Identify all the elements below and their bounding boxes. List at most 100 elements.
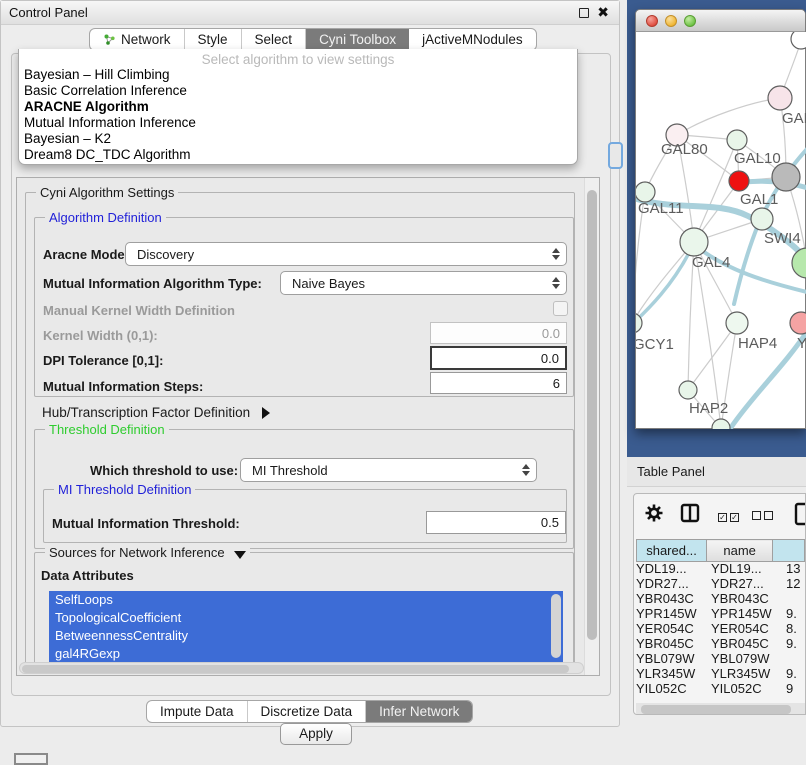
- network-edge[interactable]: [636, 247, 692, 328]
- table-cell: YDR27...: [636, 576, 711, 591]
- table-cell: YER054C: [636, 621, 711, 636]
- vertical-scrollbar-thumb[interactable]: [587, 190, 597, 640]
- horizontal-scrollbar[interactable]: [19, 662, 584, 674]
- tab-jactivemnodules[interactable]: jActiveMNodules: [409, 29, 536, 50]
- attribute-item[interactable]: TopologicalCoefficient: [49, 609, 563, 627]
- table-row[interactable]: YBR043CYBR043C: [636, 591, 806, 606]
- network-node-gal1[interactable]: [729, 171, 749, 191]
- table-cell: [786, 591, 806, 606]
- minimize-traffic-light-icon[interactable]: [665, 15, 677, 27]
- table-horizontal-scrollbar[interactable]: [636, 703, 805, 715]
- table-row[interactable]: YDR27...YDR27...12: [636, 576, 806, 591]
- tab-cyni-toolbox[interactable]: Cyni Toolbox: [306, 29, 409, 50]
- dropdown-item-selected[interactable]: ARACNE Algorithm: [19, 99, 577, 115]
- which-threshold-select[interactable]: MI Threshold: [240, 458, 537, 482]
- tab-label: Cyni Toolbox: [319, 32, 396, 47]
- network-node-hap4[interactable]: [726, 312, 748, 334]
- attribute-item[interactable]: BetweennessCentrality: [49, 627, 563, 645]
- settings-gear-icon[interactable]: [644, 503, 664, 526]
- which-threshold-label: Which threshold to use:: [90, 463, 238, 478]
- table-row[interactable]: YIL052CYIL052C9: [636, 681, 806, 696]
- collapsed-arrow-icon: [262, 407, 270, 419]
- dropdown-item[interactable]: Bayesian – Hill Climbing: [19, 67, 577, 83]
- list-scrollbar-thumb[interactable]: [551, 594, 561, 658]
- data-attributes-list: SelfLoops TopologicalCoefficient Between…: [49, 591, 563, 665]
- attribute-item[interactable]: SelfLoops: [49, 591, 563, 609]
- hub-definition-toggle[interactable]: Hub/Transcription Factor Definition: [42, 405, 270, 420]
- table-row[interactable]: YBR045CYBR045C9.: [636, 636, 806, 651]
- algorithm-dropdown-list: Select algorithm to view settings Bayesi…: [18, 49, 578, 165]
- select-all-checkboxes-icon[interactable]: ✓✓: [718, 508, 742, 523]
- network-node-label: GAL11: [638, 200, 684, 217]
- network-node-gal4[interactable]: [680, 228, 708, 256]
- float-window-icon[interactable]: [579, 8, 589, 18]
- mi-algorithm-type-select[interactable]: Naive Bayes: [280, 271, 567, 295]
- mi-threshold-field[interactable]: 0.5: [426, 511, 566, 534]
- mi-steps-field[interactable]: 6: [430, 372, 567, 394]
- tab-discretize-data[interactable]: Discretize Data: [248, 701, 367, 722]
- table-row[interactable]: YER054CYER054C8.: [636, 621, 806, 636]
- close-traffic-light-icon[interactable]: [646, 15, 658, 27]
- network-node-label: GAL: [782, 110, 806, 127]
- table-row[interactable]: YPR145WYPR145W9.: [636, 606, 806, 621]
- minimized-panel-handle[interactable]: [14, 753, 48, 765]
- aracne-mode-select[interactable]: Discovery: [125, 242, 567, 266]
- network-node-gal10[interactable]: [727, 130, 747, 150]
- column-layout-icon[interactable]: [680, 503, 700, 526]
- tab-infer-network[interactable]: Infer Network: [366, 701, 472, 722]
- network-edge[interactable]: [688, 323, 737, 390]
- network-node-node-salmon[interactable]: [790, 312, 806, 334]
- column-header-partial[interactable]: [773, 540, 805, 562]
- horizontal-scrollbar-thumb[interactable]: [22, 665, 569, 673]
- document-icon[interactable]: [794, 502, 806, 529]
- close-icon[interactable]: ✖: [597, 4, 609, 21]
- network-node-hap2[interactable]: [679, 381, 697, 399]
- table-body: YDL19...YDL19...13YDR27...YDR27...12YBR0…: [636, 561, 806, 703]
- obscured-combobox-fragment[interactable]: [608, 142, 623, 169]
- column-header-shared-name[interactable]: shared...: [637, 540, 707, 562]
- network-edge[interactable]: [677, 98, 780, 135]
- dpi-tolerance-field[interactable]: 0.0: [430, 346, 567, 370]
- tab-label: Style: [198, 32, 228, 47]
- network-node-node-gal-upper[interactable]: [768, 86, 792, 110]
- network-node-node-gray[interactable]: [772, 163, 800, 191]
- control-panel-titlebar: Control Panel ✖: [1, 1, 619, 25]
- tab-impute-data[interactable]: Impute Data: [147, 701, 248, 722]
- table-cell: YBL079W: [711, 651, 786, 666]
- network-window[interactable]: GALGAL80GAL10GAL1GAL11SWI4GAL4GCY1HAP4YH…: [635, 9, 806, 429]
- kernel-width-field[interactable]: 0.0: [430, 322, 567, 344]
- network-node-swi4[interactable]: [751, 208, 773, 230]
- dropdown-item[interactable]: Dream8 DC_TDC Algorithm: [19, 147, 577, 163]
- tab-label: Discretize Data: [261, 704, 353, 719]
- dropdown-item[interactable]: Basic Correlation Inference: [19, 83, 577, 99]
- sources-group: Sources for Network Inference Data Attri…: [34, 552, 574, 670]
- network-node-node-green-big[interactable]: [792, 248, 806, 278]
- table-horizontal-scrollbar-thumb[interactable]: [641, 705, 791, 714]
- tab-network[interactable]: Network: [90, 29, 185, 50]
- network-window-titlebar[interactable]: [636, 10, 805, 32]
- deselect-all-checkboxes-icon[interactable]: [752, 508, 776, 523]
- attribute-item[interactable]: gal4RGexp: [49, 645, 563, 663]
- table-row[interactable]: YLR345WYLR345W9.: [636, 666, 806, 681]
- network-canvas[interactable]: GALGAL80GAL10GAL1GAL11SWI4GAL4GCY1HAP4YH…: [636, 32, 806, 429]
- sources-toggle[interactable]: Sources for Network Inference: [45, 545, 250, 560]
- network-edge[interactable]: [666, 330, 806, 429]
- vertical-scrollbar[interactable]: [584, 178, 599, 675]
- table-row[interactable]: YBL079WYBL079W: [636, 651, 806, 666]
- apply-button[interactable]: Apply: [280, 723, 352, 745]
- network-node-gal11[interactable]: [636, 182, 655, 202]
- table-row[interactable]: YDL19...YDL19...13: [636, 561, 806, 576]
- tab-select[interactable]: Select: [242, 29, 307, 50]
- dropdown-item[interactable]: Mutual Information Inference: [19, 115, 577, 131]
- network-node-node-top-partial[interactable]: [791, 32, 806, 49]
- zoom-traffic-light-icon[interactable]: [684, 15, 696, 27]
- checked-box-icon: ✓: [730, 513, 739, 522]
- group-title: Cyni Algorithm Settings: [36, 185, 178, 200]
- settings-scroll-area: Cyni Algorithm Settings Algorithm Defini…: [16, 177, 600, 676]
- table-cell: YPR145W: [636, 606, 711, 621]
- tab-style[interactable]: Style: [185, 29, 242, 50]
- column-header-name[interactable]: name: [707, 540, 773, 562]
- table-cell: YDL19...: [711, 561, 786, 576]
- dropdown-item[interactable]: Bayesian – K2: [19, 131, 577, 147]
- manual-kernel-checkbox[interactable]: [553, 301, 568, 316]
